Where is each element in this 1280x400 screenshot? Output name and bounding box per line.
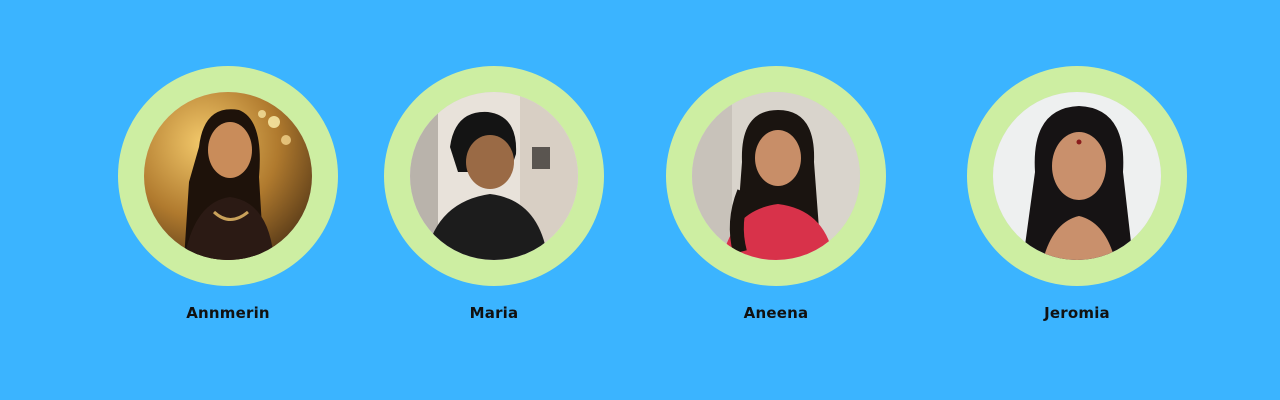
avatar xyxy=(692,92,860,260)
team-section: Annmerin Maria Aneena Jeromia xyxy=(0,0,1280,400)
member-name: Aneena xyxy=(743,304,809,322)
member-name: Jeromia xyxy=(1044,304,1110,322)
person-photo-icon xyxy=(144,92,312,260)
person-photo-icon xyxy=(993,92,1161,260)
member-name: Maria xyxy=(469,304,519,322)
person-photo-icon xyxy=(410,92,578,260)
team-member-card: Jeromia xyxy=(967,66,1187,336)
avatar xyxy=(993,92,1161,260)
team-member-card: Annmerin xyxy=(118,66,338,336)
avatar xyxy=(410,92,578,260)
avatar xyxy=(144,92,312,260)
person-photo-icon xyxy=(692,92,860,260)
member-name: Annmerin xyxy=(186,304,270,322)
team-member-card: Maria xyxy=(384,66,604,336)
team-member-card: Aneena xyxy=(666,66,886,336)
